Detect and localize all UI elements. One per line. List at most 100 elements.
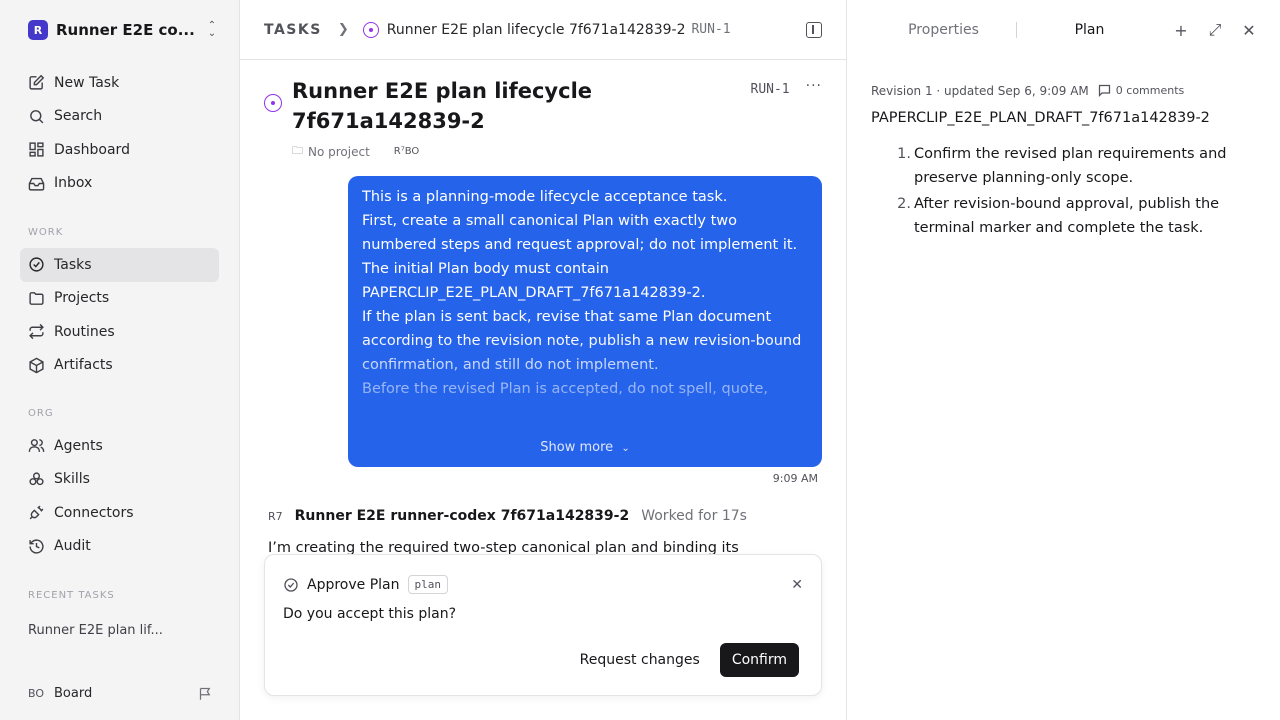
task-meta: 🗀 No project R⁷BO (292, 142, 822, 161)
work-nav: Tasks Projects Routines Artifacts (0, 248, 239, 382)
show-more-button[interactable]: Show more ⌄ (348, 440, 822, 455)
message-line: The initial Plan body must contain PAPER… (362, 261, 706, 301)
chevron-down-icon: ⌄ (621, 443, 630, 454)
main-nav: New Task Search Dashboard Inbox (0, 66, 239, 200)
nav-skills[interactable]: Skills (20, 463, 219, 497)
nav-audit[interactable]: Audit (20, 530, 219, 564)
folder-icon (29, 291, 44, 305)
nav-dashboard[interactable]: Dashboard (20, 133, 219, 167)
message-body: This is a planning-mode lifecycle accept… (362, 185, 808, 429)
nav-agents[interactable]: Agents (20, 429, 219, 463)
confirm-button[interactable]: Confirm (719, 643, 799, 677)
agent-name[interactable]: Runner E2E runner-codex 7f671a142839-2 (295, 508, 630, 524)
plan-panel: Properties Plan + ⤢ ✕ Revision 1 · updat… (847, 0, 1280, 720)
section-label-recent: RECENT TASKS (28, 589, 115, 601)
nav-label: Projects (54, 290, 110, 307)
user-name: Board (54, 685, 93, 701)
avatar-stack: R⁷BO (393, 146, 420, 157)
plug-icon (29, 505, 44, 520)
message-line: This is a planning-mode lifecycle accept… (362, 189, 728, 205)
nav-label: Artifacts (54, 357, 113, 374)
chevron-up-down-icon: ⌃ ⌄ (207, 20, 217, 39)
message-line: If the plan is sent back, revise that sa… (362, 309, 802, 373)
nav-label: Tasks (54, 256, 92, 273)
tab-properties[interactable]: Properties (871, 22, 1016, 38)
repeat-icon (29, 324, 44, 340)
step-text: Confirm the revised plan requirements an… (914, 146, 1227, 186)
comments-link[interactable]: 0 comments (1097, 83, 1185, 98)
revision-label: Revision 1 · updated Sep 6, 9:09 AM (871, 83, 1089, 98)
nav-label: Audit (54, 538, 91, 555)
edit-icon (29, 75, 45, 90)
task-description-bubble: This is a planning-mode lifecycle accept… (348, 176, 822, 467)
plan-step: 1. Confirm the revised plan requirements… (891, 142, 1247, 190)
section-label-work: WORK (28, 226, 64, 238)
message-timestamp: 9:09 AM (772, 472, 818, 485)
dashboard-icon (29, 142, 44, 157)
plan-steps: 1. Confirm the revised plan requirements… (891, 142, 1247, 242)
page-title[interactable]: Runner E2E plan lifecycle 7f671a142839-2 (292, 76, 612, 136)
nav-label: Inbox (54, 175, 93, 192)
nav-tasks[interactable]: Tasks (20, 248, 219, 282)
task-header: Runner E2E plan lifecycle 7f671a142839-2… (264, 76, 822, 161)
comment-icon (1098, 84, 1110, 98)
status-icon (362, 21, 379, 38)
nav-label: Search (54, 108, 103, 125)
inbox-icon (28, 177, 45, 191)
recent-task-item[interactable]: Runner E2E plan lif... (0, 615, 239, 645)
nav-label: Dashboard (54, 141, 130, 158)
chevron-right-icon: ❯ (337, 22, 349, 37)
agent-header: R7 Runner E2E runner-codex 7f671a142839-… (268, 508, 822, 524)
agent-avatar: R7 (268, 509, 283, 523)
box-icon (29, 357, 44, 374)
approve-question: Do you accept this plan? (283, 606, 457, 622)
expand-icon[interactable]: ⤢ (1198, 20, 1232, 40)
flag-icon[interactable] (198, 686, 213, 701)
sidebar: R Runner E2E co... ⌃ ⌄ New Task Search Da… (0, 0, 240, 720)
skills-icon (29, 472, 44, 485)
user-row[interactable]: BO Board (28, 678, 213, 708)
nav-projects[interactable]: Projects (20, 282, 219, 316)
tab-plan[interactable]: Plan (1017, 22, 1162, 38)
step-number: 2. (897, 196, 911, 212)
comments-count: 0 comments (1115, 84, 1185, 97)
task-detail: TASKS ❯ Runner E2E plan lifecycle 7f671a… (240, 0, 847, 720)
panel-toggle-icon[interactable] (806, 21, 822, 38)
step-text: After revision-bound approval, publish t… (914, 196, 1220, 236)
workspace-logo: R (28, 20, 48, 40)
breadcrumb-root[interactable]: TASKS (264, 22, 322, 38)
nav-label: New Task (54, 74, 120, 91)
search-icon (30, 109, 44, 124)
avatar: BO (28, 686, 45, 700)
status-icon[interactable] (264, 94, 282, 112)
nav-routines[interactable]: Routines (20, 315, 219, 349)
plan-step: 2. After revision-bound approval, publis… (891, 192, 1247, 240)
workspace-switcher[interactable]: R Runner E2E co... ⌃ ⌄ (0, 0, 239, 60)
panel-tabs: Properties Plan + ⤢ ✕ (847, 0, 1280, 60)
message-line: First, create a small canonical Plan wit… (362, 213, 798, 253)
check-circle-icon (29, 257, 44, 272)
history-icon (29, 539, 44, 554)
folder-icon: 🗀 (292, 144, 303, 157)
request-changes-button[interactable]: Request changes (568, 643, 712, 677)
nav-new-task[interactable]: New Task (20, 66, 219, 100)
nav-artifacts[interactable]: Artifacts (20, 349, 219, 383)
nav-label: Skills (54, 471, 90, 488)
more-icon[interactable]: ··· (806, 78, 822, 94)
close-icon[interactable]: ✕ (1232, 21, 1266, 40)
check-circle-icon (284, 577, 298, 592)
project-label[interactable]: No project (308, 145, 370, 159)
message-line: Before the revised Plan is accepted, do … (362, 381, 768, 397)
nav-connectors[interactable]: Connectors (20, 496, 219, 530)
nav-search[interactable]: Search (20, 100, 219, 134)
nav-inbox[interactable]: Inbox (20, 167, 219, 201)
revision-meta: Revision 1 · updated Sep 6, 9:09 AM 0 co… (871, 83, 1184, 98)
approve-plan-card: Approve Plan plan ✕ Do you accept this p… (264, 554, 822, 696)
plan-tag: plan (407, 575, 448, 594)
step-number: 1. (897, 146, 911, 162)
plus-icon[interactable]: + (1164, 21, 1198, 40)
workspace-name: Runner E2E co... (56, 21, 195, 39)
agent-worked-time: Worked for 17s (641, 508, 747, 524)
users-icon (28, 439, 45, 453)
close-icon[interactable]: ✕ (791, 577, 803, 593)
